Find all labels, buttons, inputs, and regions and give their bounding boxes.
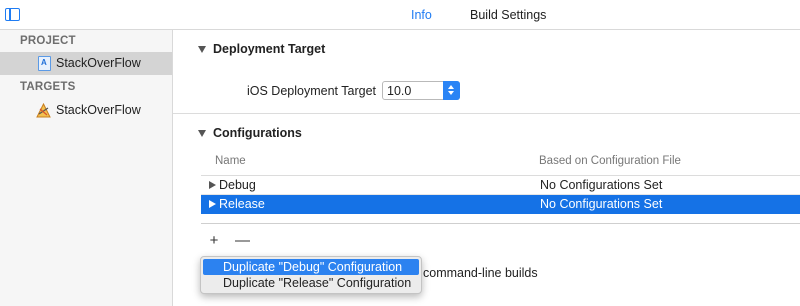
tab-info[interactable]: Info [411,8,432,22]
sidebar-item-target[interactable]: StackOverFlow [0,99,172,122]
table-footer [201,214,800,224]
menu-item-duplicate-debug[interactable]: Duplicate "Debug" Configuration [203,259,419,275]
menu-item-duplicate-release[interactable]: Duplicate "Release" Configuration [203,275,419,291]
configurations-table: Name Based on Configuration File Debug N… [201,148,800,224]
stepper-arrows-icon[interactable] [443,81,460,100]
sidebar: PROJECT StackOverFlow TARGETS StackOverF… [0,30,173,306]
config-name: Release [219,197,265,211]
remove-configuration-button[interactable]: — [235,233,250,248]
disclosure-triangle-icon[interactable] [198,130,206,137]
deployment-target-label: iOS Deployment Target [247,84,376,98]
column-header-name[interactable]: Name [215,155,246,167]
config-name: Debug [219,178,256,192]
add-configuration-button[interactable]: + [207,233,221,248]
table-row[interactable]: Release No Configurations Set [201,195,800,214]
column-header-based-on[interactable]: Based on Configuration File [539,155,681,167]
deployment-target-value: 10.0 [387,84,412,98]
deployment-section-title: Deployment Target [213,42,326,56]
deployment-target-select[interactable]: 10.0 [382,81,460,100]
config-based-on: No Configurations Set [540,178,663,192]
sidebar-item-label: StackOverFlow [56,103,141,117]
sidebar-item-project[interactable]: StackOverFlow [0,52,172,75]
menu-item-label: Duplicate "Release" Configuration [223,276,412,290]
disclosure-triangle-icon[interactable] [209,200,216,208]
command-line-builds-text: command-line builds [423,266,538,280]
navigator-toggle-icon[interactable] [5,8,20,21]
table-row[interactable]: Debug No Configurations Set [201,176,800,195]
tab-build-settings[interactable]: Build Settings [470,8,546,22]
top-bar: Info Build Settings [0,0,800,30]
app-target-icon [36,103,51,118]
project-header: PROJECT [20,35,76,47]
table-header: Name Based on Configuration File [201,148,800,176]
disclosure-triangle-icon[interactable] [209,181,216,189]
config-based-on: No Configurations Set [540,197,663,211]
disclosure-triangle-icon[interactable] [198,46,206,53]
menu-item-label: Duplicate "Debug" Configuration [223,260,403,274]
add-configuration-menu: Duplicate "Debug" Configuration Duplicat… [200,256,422,294]
targets-header: TARGETS [20,81,76,93]
deployment-section: Deployment Target iOS Deployment Target … [173,30,800,114]
xcode-project-icon [38,56,51,71]
configurations-section-title: Configurations [213,126,302,140]
sidebar-item-label: StackOverFlow [56,56,141,70]
